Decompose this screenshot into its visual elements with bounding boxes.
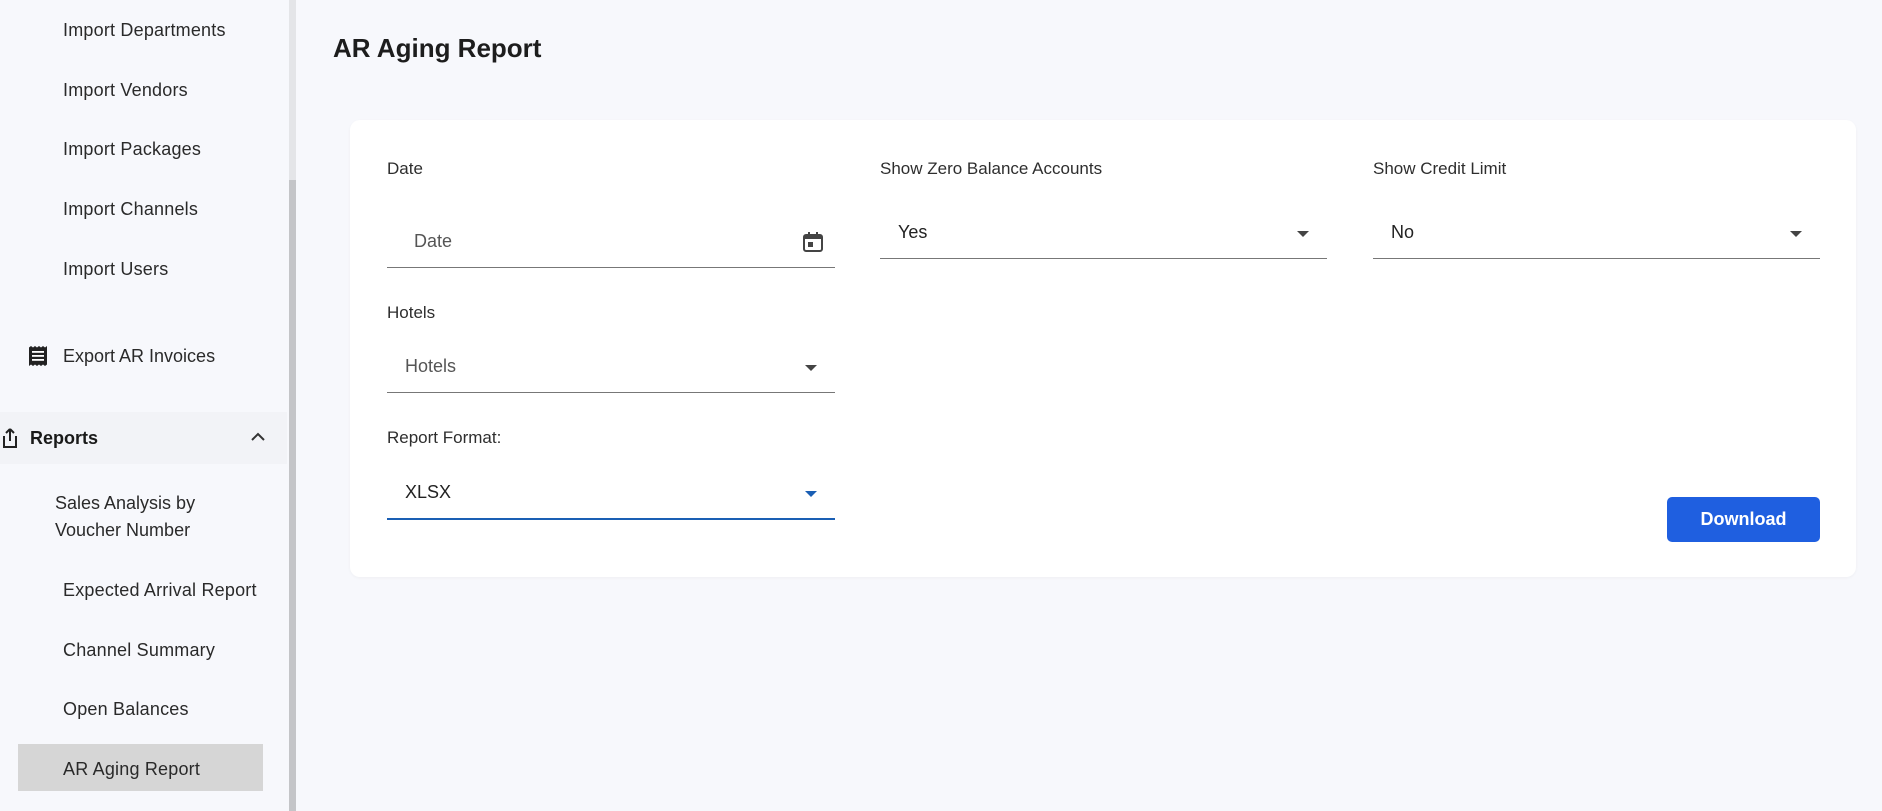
sidebar-group-reports[interactable]: Reports [0,412,287,464]
receipt-icon [29,346,47,366]
sidebar-item-import-departments[interactable]: Import Departments [63,20,226,41]
sidebar-item-import-users[interactable]: Import Users [63,259,168,280]
sidebar-item-import-channels[interactable]: Import Channels [63,199,198,220]
sidebar: Import Departments Import Vendors Import… [0,0,290,811]
zero-balance-select[interactable]: Yes [880,207,1327,259]
sidebar-item-export-ar-invoices[interactable]: Export AR Invoices [26,344,215,368]
download-button[interactable]: Download [1667,497,1820,542]
report-format-label: Report Format: [387,428,502,447]
dropdown-arrow-icon [805,365,817,371]
report-format-value: XLSX [405,482,452,502]
dropdown-arrow-icon [1790,231,1802,237]
credit-limit-value: No [1391,222,1415,242]
credit-limit-label: Show Credit Limit [1373,159,1507,178]
sidebar-item-label: Voucher Number [55,520,191,540]
sidebar-item-expected-arrival-report[interactable]: Expected Arrival Report [63,580,257,601]
share-upload-icon [3,428,17,448]
page-title: AR Aging Report [333,33,542,63]
sidebar-item-label: Export AR Invoices [63,345,216,366]
sidebar-item-sales-analysis[interactable]: Sales Analysis by Voucher Number [55,490,195,544]
zero-balance-value: Yes [898,222,928,242]
hotels-placeholder: Hotels [405,356,457,376]
chevron-up-icon[interactable] [249,428,267,446]
date-placeholder: Date [414,231,453,251]
sidebar-item-channel-summary[interactable]: Channel Summary [63,640,215,661]
sidebar-scrollbar-thumb[interactable] [289,180,296,811]
sidebar-scrollbar[interactable] [289,0,296,811]
hotels-label: Hotels [387,303,436,322]
report-format-select[interactable]: XLSX [387,467,835,520]
sidebar-item-open-balances[interactable]: Open Balances [63,699,189,720]
sidebar-item-import-packages[interactable]: Import Packages [63,139,201,160]
dropdown-arrow-icon [805,491,817,497]
date-label: Date [387,159,423,178]
calendar-icon[interactable] [801,230,825,254]
sidebar-item-import-vendors[interactable]: Import Vendors [63,80,188,101]
hotels-select[interactable]: Hotels [387,341,835,393]
dropdown-arrow-icon [1297,231,1309,237]
zero-balance-label: Show Zero Balance Accounts [880,159,1103,178]
date-input[interactable]: Date [387,216,835,268]
sidebar-group-label: Reports [30,427,99,448]
credit-limit-select[interactable]: No [1373,207,1820,259]
sidebar-item-ar-aging-report[interactable]: AR Aging Report [63,759,200,780]
sidebar-item-label: Sales Analysis by [55,493,196,513]
